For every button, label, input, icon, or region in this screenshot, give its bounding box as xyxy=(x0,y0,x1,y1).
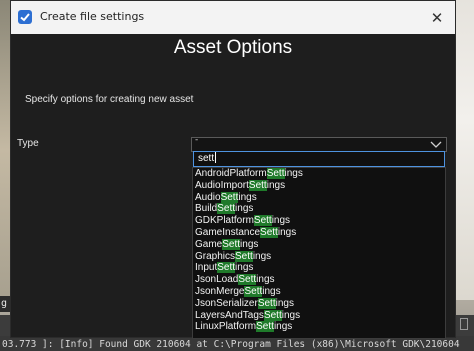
item-prefix: Game xyxy=(195,238,223,250)
chevron-down-icon[interactable] xyxy=(430,139,442,149)
dropdown-item[interactable]: JsonLoadSettings xyxy=(193,274,445,286)
item-prefix: AndroidPlatform xyxy=(195,168,267,179)
item-match-highlight: Sett xyxy=(235,250,253,262)
item-match-highlight: Sett xyxy=(253,215,272,227)
console-filter-icon[interactable] xyxy=(460,318,468,330)
item-suffix: ings xyxy=(252,250,272,262)
item-suffix: ings xyxy=(238,191,257,203)
item-prefix: Input xyxy=(195,262,218,274)
type-dropdown-list: AndroidPlatformSettings AudioImportSettin… xyxy=(192,167,446,339)
item-suffix: ings xyxy=(281,309,301,321)
close-icon: ✕ xyxy=(430,8,444,27)
item-prefix: GameInstance xyxy=(195,226,261,238)
create-file-settings-dialog: Create file settings ✕ Asset Options Spe… xyxy=(10,0,456,339)
item-suffix: ings xyxy=(256,274,275,286)
dropdown-item[interactable]: LinuxPlatformSettings xyxy=(193,321,445,333)
dropdown-item[interactable]: AndroidPlatformSettings xyxy=(193,168,445,180)
item-match-highlight: Sett xyxy=(266,168,285,179)
item-prefix: Audio xyxy=(195,191,221,203)
item-match-highlight: Sett xyxy=(256,321,274,333)
window-title: Create file settings xyxy=(40,10,145,23)
background-left-strip xyxy=(0,0,10,300)
item-match-highlight: Sett xyxy=(220,191,239,203)
dropdown-item[interactable]: JsonMergeSettings xyxy=(193,285,445,298)
item-suffix: ings xyxy=(277,226,297,238)
type-combobox[interactable]: - xyxy=(191,135,447,152)
item-match-highlight: Sett xyxy=(244,285,263,297)
item-match-highlight: Sett xyxy=(257,297,276,309)
item-prefix: GDKPlatform xyxy=(195,215,254,227)
dropdown-item[interactable]: BuildSettings xyxy=(193,203,445,215)
item-suffix: ings xyxy=(275,297,294,309)
text-caret xyxy=(215,152,217,163)
item-suffix: ings xyxy=(273,321,293,333)
dropdown-item[interactable]: InputSettings xyxy=(193,262,445,274)
dropdown-item[interactable]: AudioSettings xyxy=(193,191,445,204)
item-prefix: Build xyxy=(195,203,218,215)
item-match-highlight: Sett xyxy=(217,203,236,215)
dropdown-item[interactable]: LayersAndTagsSettings xyxy=(193,309,445,322)
close-button[interactable]: ✕ xyxy=(419,1,455,34)
dropdown-item[interactable]: GameInstanceSettings xyxy=(193,226,445,239)
item-match-highlight: Sett xyxy=(263,309,282,321)
item-suffix: ings xyxy=(262,285,281,297)
item-suffix: ings xyxy=(271,215,291,227)
item-prefix: Graphics xyxy=(195,250,236,262)
item-prefix: LayersAndTags xyxy=(195,309,264,321)
type-search-input[interactable]: sett xyxy=(193,151,445,167)
item-suffix: ings xyxy=(235,262,254,274)
item-match-highlight: Sett xyxy=(260,226,278,238)
type-label: Type xyxy=(17,138,39,149)
item-suffix: ings xyxy=(266,179,286,191)
item-match-highlight: Sett xyxy=(248,179,267,191)
title-bar[interactable]: Create file settings ✕ xyxy=(11,1,455,34)
dropdown-item[interactable]: AudioImportSettings xyxy=(193,179,445,192)
search-value: sett xyxy=(198,153,215,164)
item-prefix: AudioImport xyxy=(195,179,249,191)
item-match-highlight: Sett xyxy=(222,238,241,250)
description-text: Specify options for creating new asset xyxy=(25,94,194,105)
app-icon xyxy=(18,10,32,24)
item-prefix: JsonLoad xyxy=(195,274,239,286)
dropdown-item[interactable]: JsonSerializerSettings xyxy=(193,297,445,310)
dropdown-item[interactable]: GDKPlatformSettings xyxy=(193,215,445,227)
item-suffix: ings xyxy=(240,238,259,250)
item-match-highlight: Sett xyxy=(217,262,236,274)
item-suffix: ings xyxy=(284,168,303,179)
item-prefix: LinuxPlatform xyxy=(195,321,257,333)
combo-value: - xyxy=(195,135,199,145)
item-suffix: ings xyxy=(235,203,254,215)
dropdown-item[interactable]: GraphicsSettings xyxy=(193,250,445,263)
dropdown-item[interactable]: GameSettings xyxy=(193,238,445,251)
page-title: Asset Options xyxy=(173,37,293,58)
item-prefix: JsonMerge xyxy=(195,285,245,297)
item-match-highlight: Sett xyxy=(238,274,257,286)
console-log-line: 03.773 ]: [Info] Found GDK 210604 at C:\… xyxy=(2,339,460,350)
item-prefix: JsonSerializer xyxy=(195,297,258,309)
background-right-strip xyxy=(456,0,474,300)
